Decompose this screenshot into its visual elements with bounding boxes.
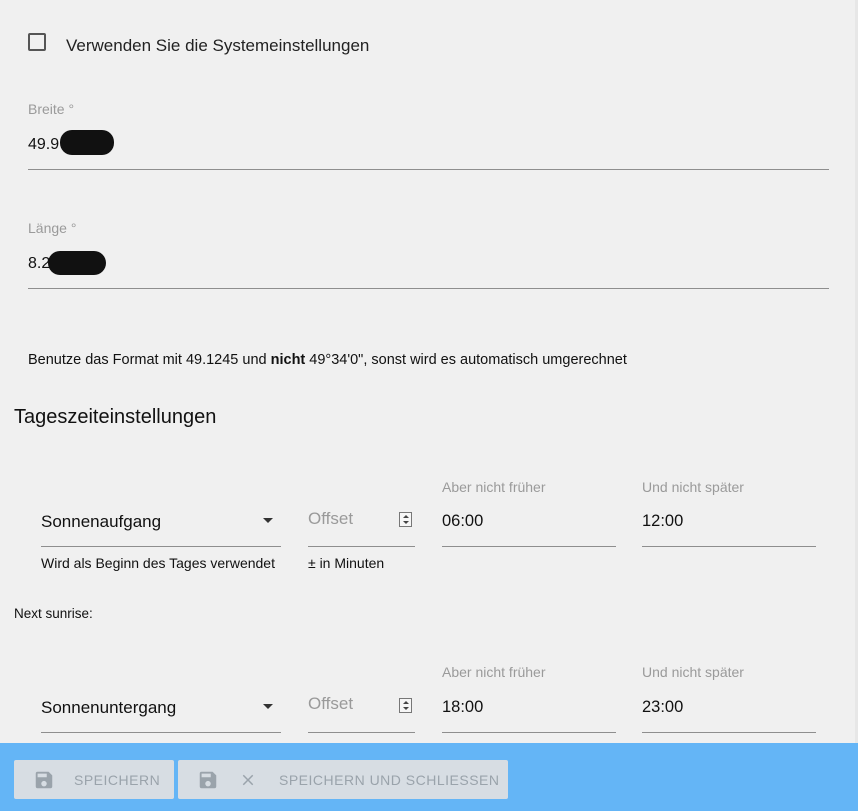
save-button-label: SPEICHERN [74, 771, 161, 788]
sunrise-not-after-underline [642, 546, 816, 547]
section-title: Tageszeiteinstellungen [14, 406, 217, 428]
next-sunrise-label: Next sunrise: [14, 606, 93, 621]
sunrise-offset-helper: ± in Minuten [308, 555, 385, 571]
system-settings-checkbox[interactable] [28, 33, 46, 51]
spinner-icon[interactable] [399, 698, 412, 713]
longitude-label: Länge ° [28, 220, 77, 236]
sunset-not-after-label: Und nicht später [642, 664, 744, 680]
latitude-underline [28, 169, 829, 170]
sunset-not-after-input[interactable]: 23:00 [642, 698, 683, 717]
sunset-not-after-underline [642, 732, 816, 733]
sunrise-offset-underline [308, 546, 415, 547]
spinner-icon[interactable] [399, 512, 412, 527]
system-settings-label[interactable]: Verwenden Sie die Systemeinstellungen [66, 36, 369, 56]
save-icon [197, 769, 219, 791]
close-icon [239, 771, 257, 789]
sunset-event-underline [41, 732, 281, 733]
sunrise-not-before-underline [442, 546, 616, 547]
sunrise-not-after-label: Und nicht später [642, 479, 744, 495]
sunset-not-before-label: Aber nicht früher [442, 664, 546, 680]
latitude-label: Breite ° [28, 101, 75, 117]
chevron-down-icon[interactable] [263, 518, 273, 523]
sunrise-event-underline [41, 546, 281, 547]
save-and-close-button[interactable]: SPEICHERN UND SCHLIESSEN [178, 760, 508, 799]
sunset-offset-input[interactable]: Offset [308, 694, 353, 714]
save-icon [33, 769, 55, 791]
sunset-not-before-underline [442, 732, 616, 733]
longitude-input[interactable]: 8.2 [28, 255, 50, 273]
longitude-redaction [48, 251, 106, 275]
sunrise-not-before-input[interactable]: 06:00 [442, 512, 483, 531]
latitude-input[interactable]: 49.9 [28, 136, 59, 154]
longitude-underline [28, 288, 829, 289]
sunset-offset-underline [308, 732, 415, 733]
chevron-down-icon[interactable] [263, 704, 273, 709]
save-button[interactable]: SPEICHERN [14, 760, 174, 799]
format-hint: Benutze das Format mit 49.1245 und nicht… [28, 352, 627, 368]
sunset-event-select[interactable]: Sonnenuntergang [41, 698, 176, 718]
sunrise-event-select[interactable]: Sonnenaufgang [41, 512, 161, 532]
sunrise-offset-input[interactable]: Offset [308, 509, 353, 529]
sunrise-not-after-input[interactable]: 12:00 [642, 512, 683, 531]
save-and-close-button-label: SPEICHERN UND SCHLIESSEN [279, 771, 500, 788]
sunset-not-before-input[interactable]: 18:00 [442, 698, 483, 717]
sunrise-not-before-label: Aber nicht früher [442, 479, 546, 495]
sunrise-event-helper: Wird als Beginn des Tages verwendet [41, 555, 275, 571]
latitude-redaction [60, 130, 114, 155]
